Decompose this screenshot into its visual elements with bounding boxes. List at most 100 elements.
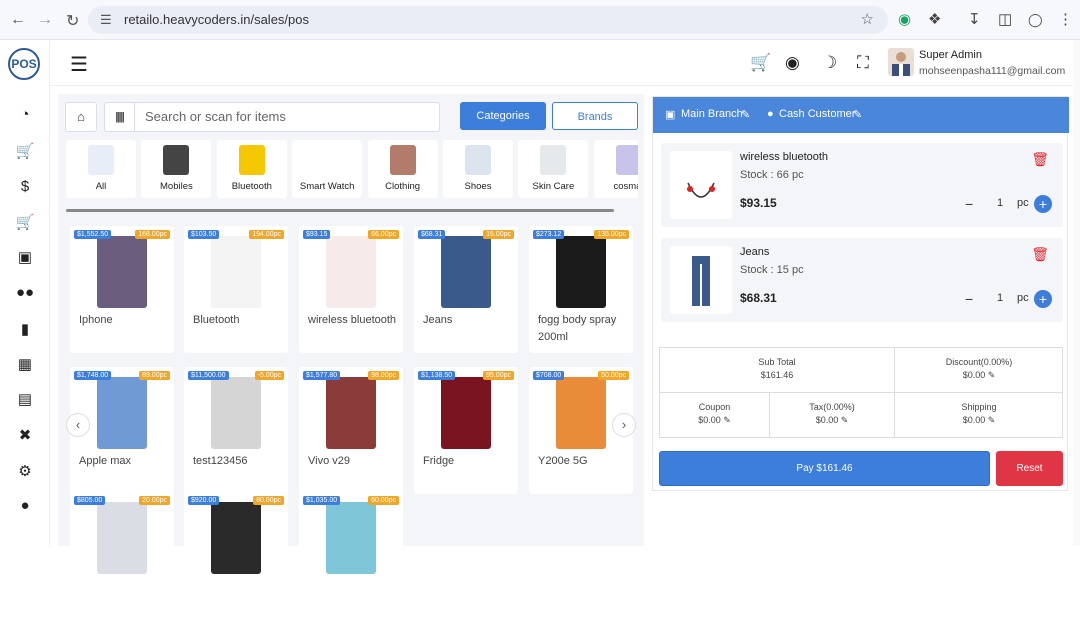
- side-panel-icon[interactable]: ◫: [998, 10, 1012, 28]
- category-item[interactable]: cosmat: [593, 140, 638, 198]
- product-card[interactable]: $103.50 194.00pc Bluetooth: [184, 226, 288, 353]
- minus-icon[interactable]: −: [965, 196, 973, 212]
- edit-coupon-icon[interactable]: ✎: [723, 415, 731, 425]
- plus-icon[interactable]: +: [1034, 290, 1052, 308]
- profile-icon[interactable]: ◯: [1028, 12, 1043, 28]
- product-stock-badge: 50.00pc: [598, 371, 629, 380]
- cart-item-qty[interactable]: 1: [997, 197, 1003, 209]
- address-bar[interactable]: ☰ retailo.heavycoders.in/sales/pos ☆: [88, 6, 888, 34]
- next-arrow-icon[interactable]: ›: [612, 413, 636, 437]
- category-item[interactable]: Mobiles: [141, 140, 212, 198]
- browser-toolbar: ← → ↻ ☰ retailo.heavycoders.in/sales/pos…: [0, 0, 1080, 40]
- extension-grammarly-icon[interactable]: ◉: [898, 10, 911, 28]
- delete-trash-icon[interactable]: 🗑: [1031, 151, 1049, 168]
- category-item[interactable]: Shoes: [443, 140, 513, 198]
- category-label: cosmat: [613, 181, 638, 192]
- user-name[interactable]: Super Admin: [919, 49, 982, 61]
- product-stock-badge: 20.00pc: [139, 496, 170, 505]
- users-icon[interactable]: ●●: [0, 284, 50, 301]
- shipping-value: $0.00: [962, 415, 986, 425]
- menu-toggle-icon[interactable]: ☰: [70, 52, 88, 77]
- language-globe-icon[interactable]: ◉: [785, 53, 800, 73]
- product-name: Fridge: [423, 455, 455, 467]
- bookmark-star-icon[interactable]: ☆: [861, 6, 874, 34]
- product-card[interactable]: $920.00 80.00pc: [184, 492, 288, 619]
- cart-icon[interactable]: 🛒: [750, 53, 771, 73]
- edit-customer-icon[interactable]: ✎: [853, 108, 862, 121]
- product-panel: ⌂ |||| Search or scan for items Categori…: [58, 94, 644, 619]
- purchase-cart-icon[interactable]: 🛒: [0, 213, 50, 231]
- report-file-icon[interactable]: ▤: [0, 390, 50, 408]
- category-scrollbar[interactable]: [66, 209, 614, 212]
- edit-branch-icon[interactable]: ✎: [741, 108, 750, 121]
- cart-item: wireless bluetooth Stock : 66 pc $93.15 …: [661, 143, 1063, 227]
- categories-button[interactable]: Categories: [460, 102, 546, 130]
- extensions-puzzle-icon[interactable]: ❖: [928, 10, 941, 28]
- edit-tax-icon[interactable]: ✎: [841, 415, 849, 425]
- reload-icon[interactable]: ↻: [66, 11, 79, 31]
- minus-icon[interactable]: −: [965, 291, 973, 307]
- product-card[interactable]: $93.15 66.00pc wireless bluetooth: [299, 226, 403, 353]
- pay-button[interactable]: Pay $161.46: [659, 451, 990, 486]
- tools-icon[interactable]: ✖: [0, 426, 50, 444]
- dark-mode-moon-icon[interactable]: ☽: [822, 53, 837, 73]
- product-stock-badge: 168.00pc: [135, 230, 170, 239]
- product-card[interactable]: $11,500.00 -5.00pc test123456: [184, 367, 288, 494]
- product-card[interactable]: $273.12 135.00pc fogg body spray 200ml: [529, 226, 633, 353]
- products-box-icon[interactable]: ▣: [0, 248, 50, 266]
- cart-item-qty[interactable]: 1: [997, 292, 1003, 304]
- search-input[interactable]: Search or scan for items: [145, 109, 286, 124]
- category-item[interactable]: Clothing: [367, 140, 438, 198]
- download-icon[interactable]: ↧: [968, 10, 981, 28]
- branch-label[interactable]: Main Branch: [681, 108, 743, 120]
- avatar[interactable]: [888, 48, 914, 76]
- branch-icon: ▣: [665, 109, 676, 121]
- prev-arrow-icon[interactable]: ‹: [66, 413, 90, 437]
- back-icon[interactable]: ←: [10, 11, 26, 29]
- product-image: [556, 377, 606, 449]
- edit-shipping-icon[interactable]: ✎: [988, 415, 996, 425]
- product-card[interactable]: $1,035.00 60.00pc: [299, 492, 403, 619]
- calculator-icon[interactable]: ▦: [0, 355, 50, 373]
- product-image: [441, 377, 491, 449]
- reset-button[interactable]: Reset: [996, 451, 1063, 486]
- product-card[interactable]: $1,552.50 168.00pc Iphone: [70, 226, 174, 353]
- home-button[interactable]: ⌂: [65, 102, 97, 132]
- brands-button[interactable]: Brands: [552, 102, 638, 130]
- browser-menu-icon[interactable]: ⋮: [1058, 10, 1073, 28]
- product-card[interactable]: $805.00 20.00pc: [70, 492, 174, 619]
- dashboard-icon[interactable]: ◔: [0, 106, 50, 123]
- profile-user-icon[interactable]: ●: [0, 497, 50, 514]
- product-stock-badge: 95.00pc: [483, 371, 514, 380]
- product-card[interactable]: $1,577.80 98.00pc Vivo v29: [299, 367, 403, 494]
- product-price-badge: $68.31: [418, 230, 446, 239]
- delete-trash-icon[interactable]: 🗑: [1031, 246, 1049, 263]
- customer-label[interactable]: Cash Customer: [779, 108, 855, 120]
- product-card[interactable]: $1,138.50 95.00pc Fridge: [414, 367, 518, 494]
- product-image: [97, 236, 147, 308]
- category-image: [314, 145, 341, 175]
- briefcase-icon[interactable]: ▮: [0, 320, 50, 338]
- pos-logo[interactable]: POS: [8, 48, 40, 80]
- page-scrollbar[interactable]: [1073, 40, 1080, 546]
- search-box: |||| Search or scan for items: [104, 102, 440, 132]
- sales-dollar-icon[interactable]: $: [0, 178, 50, 195]
- order-summary: Sub Total $161.46 Discount(0.00%) $0.00 …: [659, 347, 1063, 438]
- category-item[interactable]: Bluetooth: [216, 140, 287, 198]
- forward-icon[interactable]: →: [37, 11, 53, 29]
- fullscreen-icon[interactable]: ⛶: [857, 53, 869, 73]
- category-item[interactable]: Skin Care: [518, 140, 589, 198]
- product-card[interactable]: $68.31 15.00pc Jeans: [414, 226, 518, 353]
- site-settings-icon[interactable]: ☰: [100, 6, 112, 34]
- pos-cart-icon[interactable]: 🛒: [0, 142, 50, 160]
- plus-icon[interactable]: +: [1034, 195, 1052, 213]
- barcode-icon[interactable]: ||||: [105, 103, 135, 131]
- product-price-badge: $1,138.50: [418, 371, 456, 380]
- category-item[interactable]: All: [66, 140, 136, 198]
- edit-discount-icon[interactable]: ✎: [988, 370, 996, 380]
- product-image: [211, 502, 261, 574]
- product-image: [326, 236, 376, 308]
- settings-gear-icon[interactable]: ⚙: [0, 462, 50, 480]
- product-image: [326, 502, 376, 574]
- category-item[interactable]: Smart Watch: [292, 140, 363, 198]
